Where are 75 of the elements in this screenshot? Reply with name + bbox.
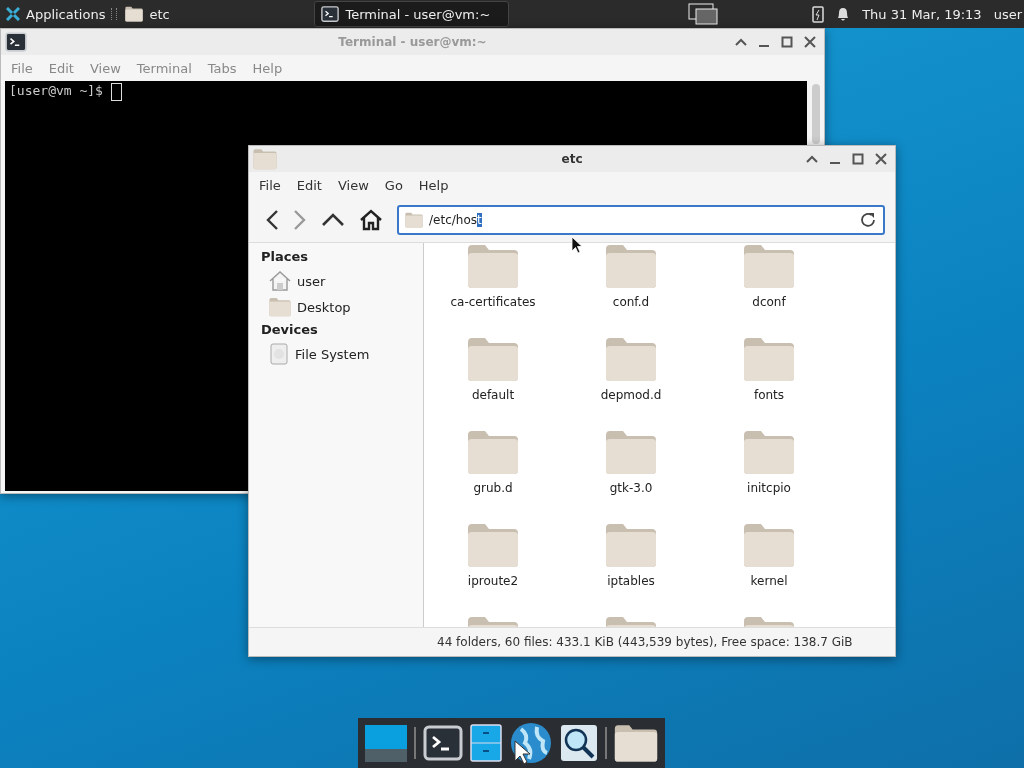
search-icon[interactable] (559, 723, 598, 763)
taskbar-button[interactable]: Terminal - user@vm:~ (314, 1, 510, 27)
folder-icon (605, 429, 657, 475)
menu-item[interactable]: View (337, 177, 369, 193)
folder-item[interactable]: conf.d (562, 243, 700, 322)
up-icon[interactable] (321, 213, 345, 227)
user-name[interactable]: user (993, 6, 1022, 22)
folder-item[interactable]: kernel (700, 522, 838, 601)
window-title: etc (561, 152, 583, 166)
maximize-icon[interactable] (781, 36, 793, 48)
folder-icon (467, 336, 519, 382)
shade-icon[interactable] (735, 37, 747, 47)
folder-icon (125, 6, 144, 22)
sidebar-heading: Places (261, 248, 310, 266)
panel-handle (111, 8, 118, 20)
folder-icon (467, 429, 519, 475)
folder-item[interactable]: ca-certificates (424, 243, 562, 322)
folder-icon (743, 336, 795, 382)
drive-icon (269, 343, 289, 365)
folder-icon (605, 243, 657, 289)
folder-icon (743, 522, 795, 568)
folder-icon (467, 522, 519, 568)
sidebar-item[interactable]: Desktop (261, 294, 411, 320)
folder-item[interactable]: default (424, 336, 562, 415)
scrollbar[interactable] (812, 84, 820, 144)
folder-item[interactable]: depmod.d (562, 336, 700, 415)
taskbar-button[interactable]: etc (119, 1, 315, 27)
text-cursor (110, 83, 122, 101)
folder-icon (467, 243, 519, 289)
sidebar-heading: Devices (261, 321, 319, 339)
sidebar-item[interactable]: user (261, 268, 411, 294)
bell-icon[interactable] (836, 6, 851, 22)
folder-item[interactable]: dconf (700, 243, 838, 322)
shade-icon[interactable] (806, 154, 818, 164)
menu-item[interactable]: Go (384, 177, 403, 193)
folder-item[interactable]: iptables (562, 522, 700, 601)
maximize-icon[interactable] (852, 153, 864, 165)
folder-item[interactable]: initcpio (700, 429, 838, 508)
sidebar-item[interactable]: File System (261, 341, 411, 367)
home-icon[interactable] (359, 209, 383, 231)
folder-icon (405, 212, 423, 228)
terminal-icon (5, 31, 27, 53)
folder-icon (743, 243, 795, 289)
file-cabinet-icon[interactable] (470, 723, 503, 763)
reload-icon[interactable] (859, 211, 877, 229)
folder-icon (605, 522, 657, 568)
folder-item[interactable]: grub.d (424, 429, 562, 508)
clock[interactable]: Thu 31 Mar, 19:13 (862, 6, 982, 22)
terminal-icon (321, 5, 340, 23)
close-icon[interactable] (875, 153, 887, 165)
folder-item[interactable]: gtk-3.0 (562, 429, 700, 508)
globe-icon[interactable] (508, 721, 553, 765)
house-icon (269, 271, 291, 291)
back-icon[interactable] (265, 209, 279, 231)
menu-item[interactable]: File (259, 177, 281, 193)
status-bar: 44 folders, 60 files: 433.1 KiB (443,539 bytes), Free space: 138.7 GiB (249, 627, 895, 656)
forward-icon[interactable] (293, 209, 307, 231)
folder-icon (613, 723, 658, 763)
app-menu-icon (6, 7, 20, 21)
terminal-icon (423, 723, 464, 763)
battery-icon[interactable] (812, 5, 825, 23)
window-title: Terminal - user@vm:~ (338, 35, 487, 49)
folder-icon (253, 148, 277, 170)
folder-icon (605, 336, 657, 382)
folder-icon (269, 297, 291, 317)
workspace-icon[interactable] (688, 3, 719, 25)
show-desktop-icon[interactable] (365, 723, 408, 763)
applications-menu[interactable]: Applications (0, 1, 112, 27)
close-icon[interactable] (804, 36, 816, 48)
folder-icon (743, 429, 795, 475)
terminal-prompt: [user@vm ~]$ (9, 83, 103, 98)
folder-item[interactable]: fonts (700, 336, 838, 415)
menu-item[interactable]: Edit (296, 177, 322, 193)
folder-item[interactable]: iproute2 (424, 522, 562, 601)
menu-item[interactable]: Help (418, 177, 449, 193)
